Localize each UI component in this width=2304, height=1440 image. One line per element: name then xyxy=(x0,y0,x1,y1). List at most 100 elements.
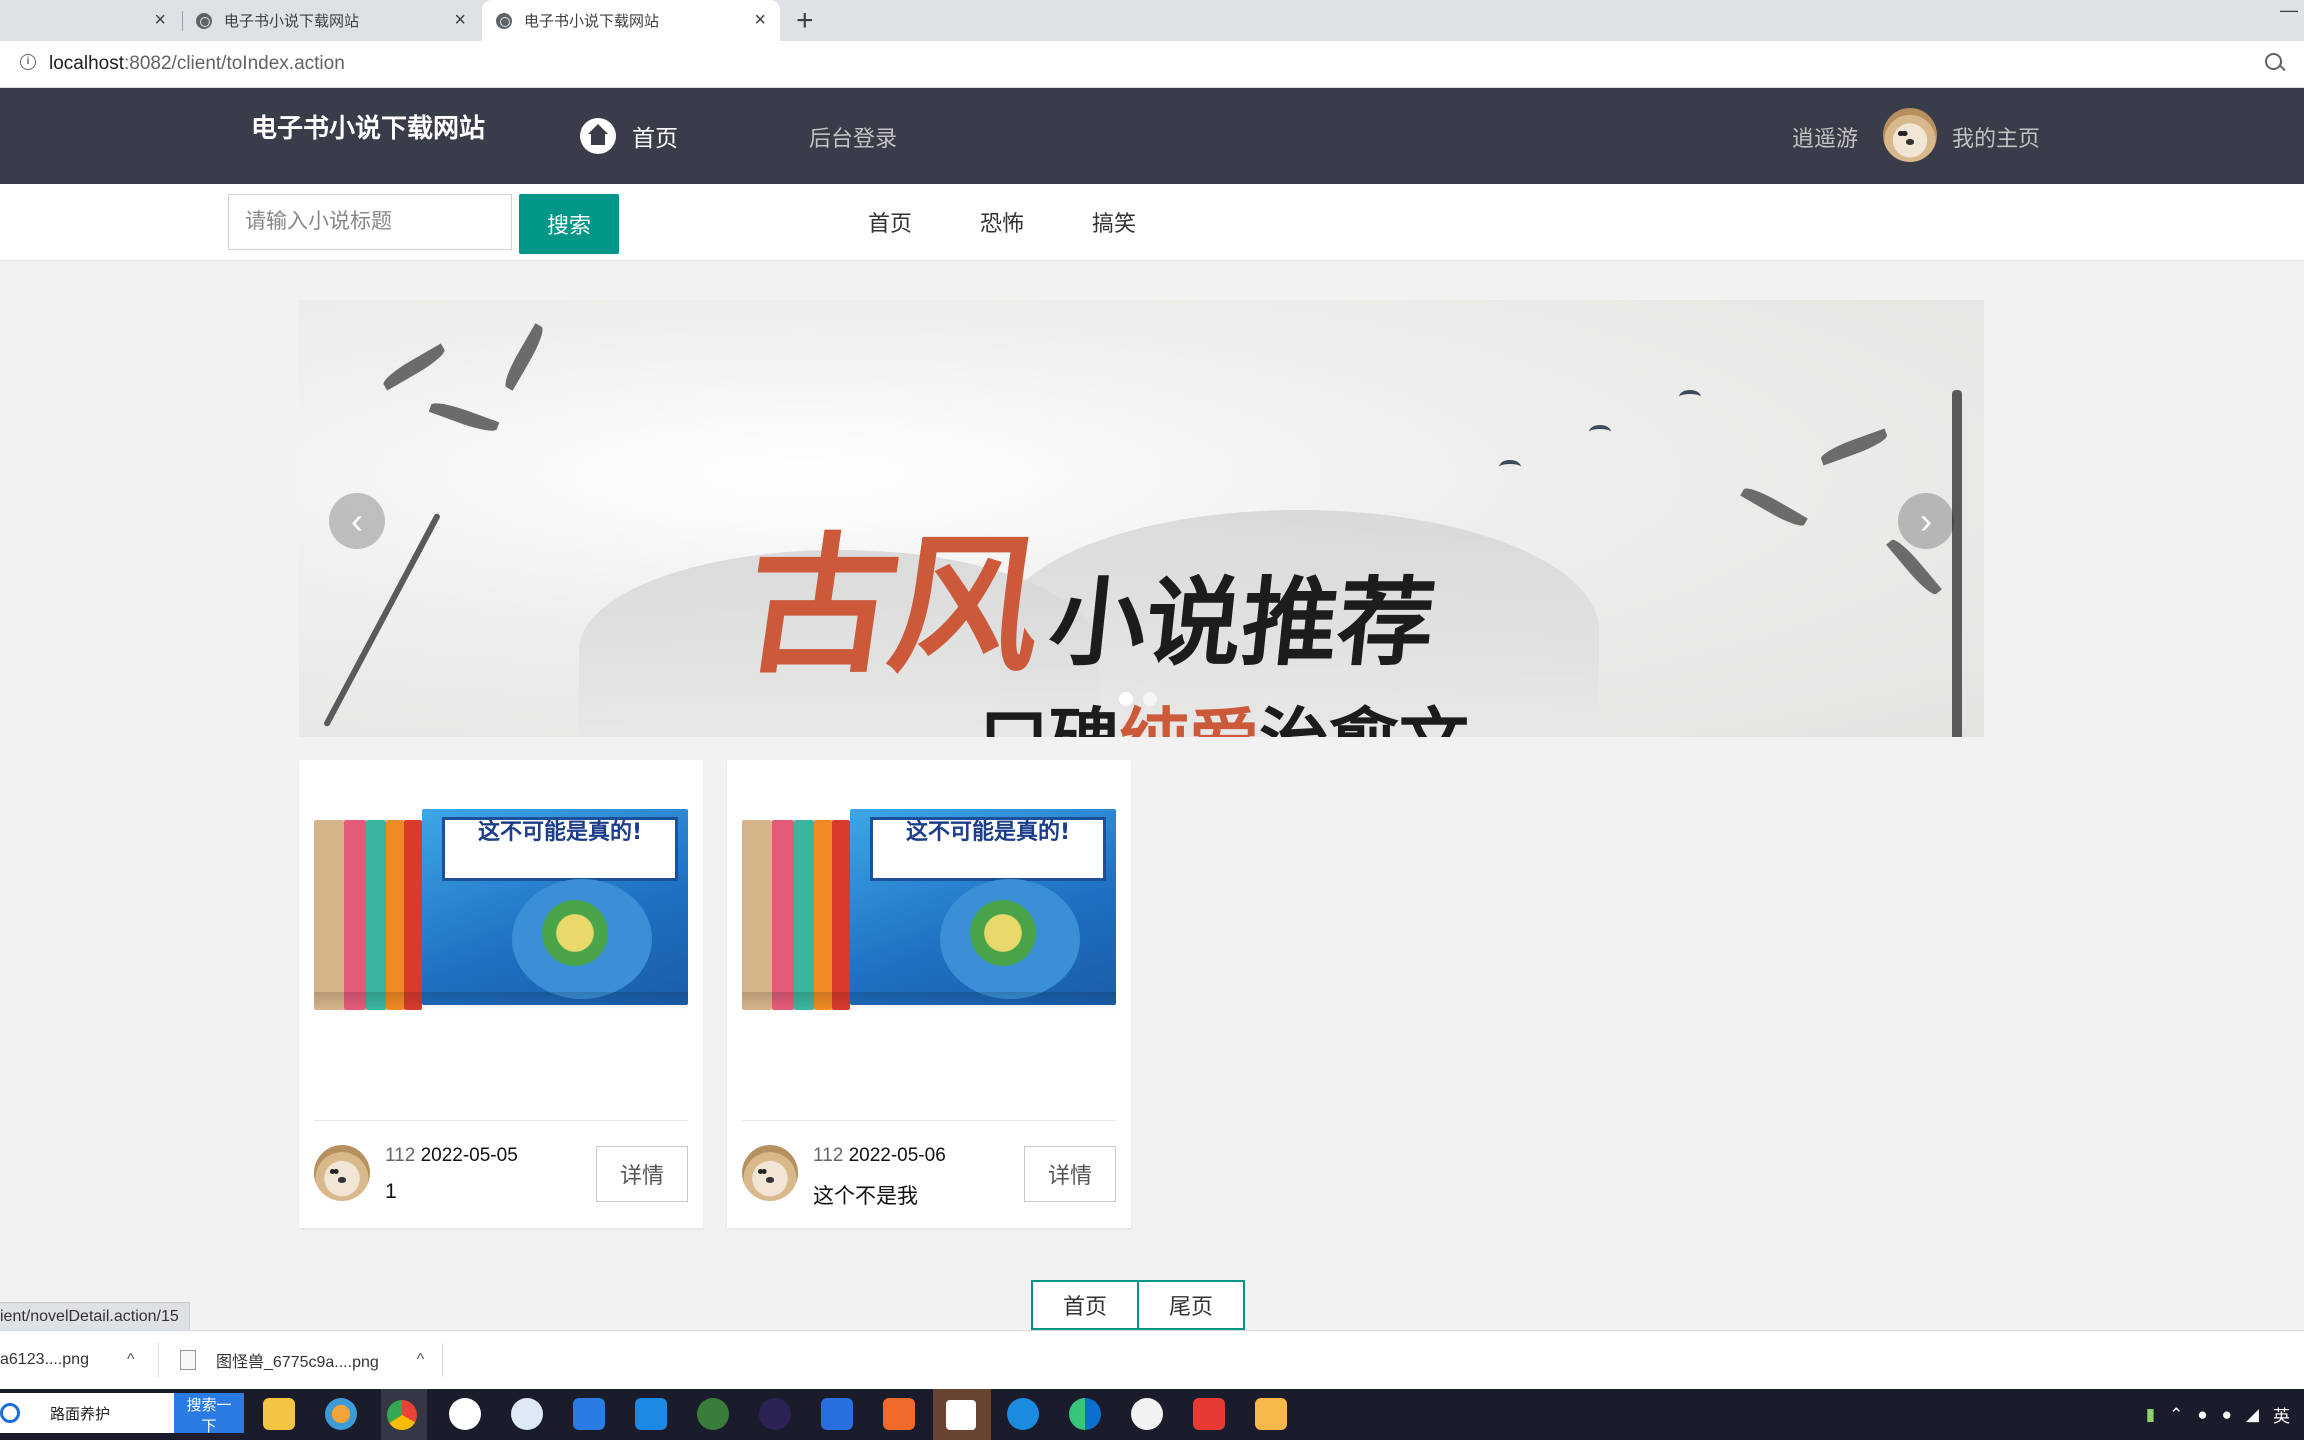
site-logo[interactable]: 电子书小说下载网站 xyxy=(251,108,485,145)
browser-tabbar: × 电子书小说下载网站 × 电子书小说下载网站 × + — xyxy=(0,0,2304,41)
category-horror[interactable]: 恐怖 xyxy=(980,206,1024,238)
tray-qq-icon[interactable]: ● xyxy=(2197,1405,2207,1425)
banner-main-text: 古风 xyxy=(734,518,1048,694)
banner-headline: 古风 小说推荐 xyxy=(735,485,1440,702)
tray-ime[interactable]: 英 xyxy=(2273,1402,2290,1427)
notes-icon[interactable] xyxy=(635,1398,667,1430)
intellij-icon[interactable] xyxy=(933,1389,991,1440)
chrome-icon[interactable] xyxy=(381,1389,427,1440)
download-filename: 图怪兽_6775c9a....png xyxy=(216,1354,379,1371)
zoom-icon[interactable] xyxy=(2265,53,2282,70)
site-info-icon[interactable]: i xyxy=(20,54,36,70)
download-separator xyxy=(158,1343,159,1377)
download-filename: a6123....png xyxy=(0,1351,89,1368)
browser-tab[interactable]: 电子书小说下载网站 × xyxy=(196,0,480,41)
wechat-app-icon[interactable] xyxy=(1131,1398,1163,1430)
edge-icon[interactable] xyxy=(1069,1398,1101,1430)
user-avatar[interactable] xyxy=(1883,108,1937,162)
tab-close-icon[interactable]: × xyxy=(154,9,166,32)
download-item[interactable]: a6123....png ^ xyxy=(0,1331,134,1389)
carousel-dot[interactable] xyxy=(1143,692,1157,706)
globe-illustration xyxy=(512,879,652,999)
download-item[interactable]: 图怪兽_6775c9a....png ^ xyxy=(180,1331,424,1389)
chevron-up-icon[interactable]: ^ xyxy=(417,1351,425,1369)
novel-cover[interactable]: 这不可能是真的! xyxy=(742,805,1116,1010)
baidu-netdisk-icon[interactable] xyxy=(449,1398,481,1430)
frog-app-icon[interactable] xyxy=(697,1398,729,1430)
tab-close-icon[interactable]: × xyxy=(454,9,466,32)
kugou-icon[interactable] xyxy=(1007,1398,1039,1430)
taskbar-search[interactable]: 路面养护 xyxy=(0,1393,174,1433)
status-link-preview: ient/novelDetail.action/15 xyxy=(0,1302,190,1332)
search-button[interactable]: 搜索 xyxy=(519,194,619,254)
site-header: 电子书小说下载网站 首页 后台登录 逍遥游 我的主页 xyxy=(0,88,2304,184)
wps-icon[interactable] xyxy=(1193,1398,1225,1430)
window-minimize-icon[interactable]: — xyxy=(2280,0,2298,21)
bamboo-leaf xyxy=(380,343,448,391)
category-home[interactable]: 首页 xyxy=(868,206,912,238)
browser-tab-active[interactable]: 电子书小说下载网站 × xyxy=(482,0,780,41)
wps-slides-icon[interactable] xyxy=(883,1398,915,1430)
novel-title[interactable]: 这个不是我 xyxy=(813,1180,918,1210)
detail-button[interactable]: 详情 xyxy=(1024,1146,1116,1202)
windows-taskbar: 路面养护 搜索一下 ▮ ⌃ ● ● ◢ 英 xyxy=(0,1389,2304,1440)
browser-tab[interactable]: × xyxy=(0,0,180,41)
book-front: 这不可能是真的! xyxy=(422,809,688,1005)
tray-volume-icon[interactable]: ◢ xyxy=(2246,1405,2259,1425)
tray-qq-icon[interactable]: ● xyxy=(2222,1405,2232,1425)
taskbar-search-text: 路面养护 xyxy=(50,1405,111,1423)
todo-icon[interactable] xyxy=(573,1398,605,1430)
author-avatar[interactable] xyxy=(314,1145,370,1201)
book-spine xyxy=(772,820,794,1010)
book-spine xyxy=(794,820,814,1010)
home-icon xyxy=(580,118,616,154)
nav-home[interactable]: 首页 xyxy=(580,118,678,154)
novel-date: 2022-05-06 xyxy=(848,1145,946,1166)
tab-close-icon[interactable]: × xyxy=(754,9,766,32)
novel-card: 这不可能是真的! 112 2022-05-06 这个不是我 详情 xyxy=(727,760,1131,1228)
cover-title: 这不可能是真的! xyxy=(870,817,1106,881)
book-spine xyxy=(814,820,832,1010)
url-text[interactable]: localhost:8082/client/toIndex.action xyxy=(49,53,345,75)
search-bar: 搜索 首页 恐怖 搞笑 xyxy=(0,184,2304,261)
tray-expand-icon[interactable]: ⌃ xyxy=(2169,1405,2183,1425)
nav-admin-login[interactable]: 后台登录 xyxy=(809,121,897,153)
photos-icon[interactable] xyxy=(325,1398,357,1430)
banner-carousel[interactable]: 古风 小说推荐 口碑纯爱治愈文 ‹ › xyxy=(299,300,1984,737)
system-tray: ▮ ⌃ ● ● ◢ 英 xyxy=(2146,1389,2304,1440)
eclipse-icon[interactable] xyxy=(759,1398,791,1430)
banner-line2: 口碑纯爱治愈文 xyxy=(979,685,1469,737)
page-first-button[interactable]: 首页 xyxy=(1031,1280,1139,1330)
nav-my-home[interactable]: 我的主页 xyxy=(1952,121,2040,153)
carousel-dot[interactable] xyxy=(1119,692,1133,706)
nav-home-label: 首页 xyxy=(632,125,678,151)
new-tab-icon[interactable]: + xyxy=(796,4,814,38)
globe-icon xyxy=(496,12,512,29)
novel-cover[interactable]: 这不可能是真的! xyxy=(314,805,688,1010)
page-last-button[interactable]: 尾页 xyxy=(1137,1280,1245,1330)
package-icon[interactable] xyxy=(1255,1398,1287,1430)
bamboo-leaf xyxy=(428,398,500,436)
file-explorer-icon[interactable] xyxy=(263,1398,295,1430)
detail-button[interactable]: 详情 xyxy=(596,1146,688,1202)
cover-title: 这不可能是真的! xyxy=(442,817,678,881)
tab-title: 电子书小说下载网站 xyxy=(524,13,660,30)
novel-author: 112 xyxy=(385,1145,416,1166)
carousel-next-button[interactable]: › xyxy=(1898,493,1954,549)
bird-shape xyxy=(1589,425,1611,439)
chevron-up-icon[interactable]: ^ xyxy=(127,1351,135,1369)
author-avatar[interactable] xyxy=(742,1145,798,1201)
address-bar[interactable]: i localhost:8082/client/toIndex.action xyxy=(0,41,2304,88)
user-name[interactable]: 逍遥游 xyxy=(1792,121,1858,153)
carousel-prev-button[interactable]: ‹ xyxy=(329,493,385,549)
media-player-icon[interactable] xyxy=(821,1398,853,1430)
novel-meta: 112 2022-05-06 xyxy=(813,1145,946,1167)
novel-title[interactable]: 1 xyxy=(385,1180,397,1204)
category-comedy[interactable]: 搞笑 xyxy=(1092,206,1136,238)
search-input[interactable] xyxy=(228,194,512,250)
tray-battery-icon[interactable]: ▮ xyxy=(2146,1405,2155,1425)
card-divider xyxy=(742,1120,1116,1121)
taskbar-search-button[interactable]: 搜索一下 xyxy=(174,1393,244,1435)
bird-shape xyxy=(1499,460,1521,474)
settings-icon[interactable] xyxy=(511,1398,543,1430)
